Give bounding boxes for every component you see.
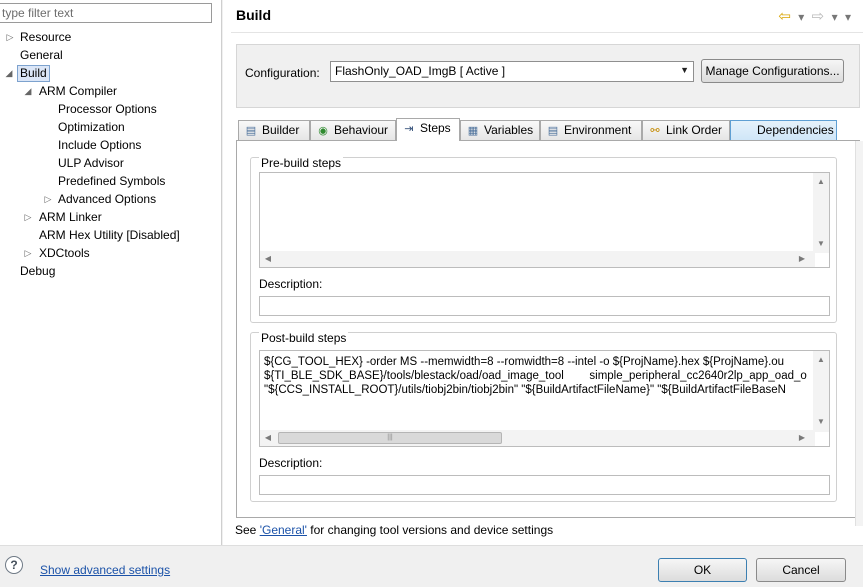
general-link[interactable]: 'General' — [260, 523, 307, 537]
scroll-right-icon[interactable]: ▶ — [794, 433, 810, 442]
collapse-arrow-icon[interactable]: ◢ — [5, 64, 13, 82]
postbuild-command-line: ${TI_BLE_SDK_BASE}/tools/blestack/oad/oa… — [264, 370, 807, 382]
configuration-label: Configuration: — [245, 66, 320, 80]
link-order-icon: ⚯ — [650, 125, 660, 137]
collapse-arrow-icon[interactable]: ◢ — [24, 82, 32, 100]
prebuild-commands-input[interactable]: ▲ ▼ ◀ ▶ — [259, 172, 830, 268]
tab-environment[interactable]: ▤ Environment — [540, 120, 642, 140]
scroll-up-icon[interactable]: ▲ — [813, 177, 829, 186]
horizontal-scrollbar[interactable]: ◀ ▶ — [260, 251, 815, 267]
behaviour-icon: ◉ — [318, 125, 328, 137]
page-navigation: ⇦ ▾ ⇨ ▾ ▾ — [774, 7, 851, 25]
forward-arrow-icon[interactable]: ⇨ — [812, 7, 825, 25]
prebuild-description-input[interactable] — [259, 296, 830, 316]
horizontal-scrollbar[interactable]: ◀ ||| ▶ — [260, 430, 815, 446]
page-title: Build — [236, 7, 271, 23]
filter-input[interactable]: type filter text — [0, 3, 212, 23]
postbuild-command-line: ${CG_TOOL_HEX} -order MS --memwidth=8 --… — [264, 356, 785, 368]
general-settings-hint: See 'General' for changing tool versions… — [235, 523, 554, 537]
scroll-down-icon[interactable]: ▼ — [813, 417, 829, 426]
builder-icon: ▤ — [245, 125, 257, 137]
help-icon[interactable]: ? — [5, 556, 23, 574]
expand-arrow-icon[interactable]: ▷ — [44, 190, 52, 208]
postbuild-title: Post-build steps — [259, 331, 349, 345]
dialog-footer: ? Show advanced settings OK Cancel — [0, 545, 863, 587]
postbuild-group: Post-build steps ${CG_TOOL_HEX} -order M… — [250, 331, 837, 502]
configuration-bar: Configuration: FlashOnly_OAD_ImgB [ Acti… — [236, 44, 860, 108]
back-history-dropdown-icon[interactable]: ▾ — [798, 10, 804, 24]
scrollbar-thumb[interactable]: ||| — [278, 432, 502, 444]
show-advanced-settings-link[interactable]: Show advanced settings — [40, 563, 170, 577]
postbuild-description-input[interactable] — [259, 475, 830, 495]
manage-configurations-button[interactable]: Manage Configurations... — [701, 59, 844, 83]
tab-dependencies[interactable]: Dependencies — [730, 120, 837, 140]
title-divider — [231, 32, 863, 33]
tab-behaviour[interactable]: ◉ Behaviour — [310, 120, 396, 140]
scroll-left-icon[interactable]: ◀ — [260, 254, 276, 263]
tab-steps[interactable]: ⇥ Steps — [396, 118, 460, 141]
scroll-down-icon[interactable]: ▼ — [813, 239, 829, 248]
tab-builder[interactable]: ▤ Builder — [238, 120, 310, 140]
tab-link-order[interactable]: ⚯ Link Order — [642, 120, 730, 140]
properties-page: Build ⇦ ▾ ⇨ ▾ ▾ Configuration: FlashOnly… — [223, 0, 863, 545]
configuration-select[interactable]: FlashOnly_OAD_ImgB [ Active ] ▼ — [330, 61, 694, 82]
scroll-right-icon[interactable]: ▶ — [794, 254, 810, 263]
cancel-button[interactable]: Cancel — [756, 558, 846, 582]
postbuild-description-label: Description: — [259, 456, 323, 470]
expand-arrow-icon[interactable]: ▷ — [6, 28, 14, 46]
postbuild-commands-input[interactable]: ${CG_TOOL_HEX} -order MS --memwidth=8 --… — [259, 350, 830, 447]
settings-tree-pane: type filter text ▷ Resource General ◢ Bu… — [0, 0, 222, 545]
prebuild-title: Pre-build steps — [259, 156, 344, 170]
steps-icon: ⇥ — [404, 123, 414, 135]
tab-variables[interactable]: ▦ Variables — [460, 120, 540, 140]
scroll-up-icon[interactable]: ▲ — [813, 355, 829, 364]
variables-icon: ▦ — [467, 125, 479, 137]
build-tabs: ▤ Builder ◉ Behaviour ⇥ Steps ▦ Variables ▤ E… — [238, 118, 863, 141]
expand-arrow-icon[interactable]: ▷ — [24, 208, 32, 226]
expand-arrow-icon[interactable]: ▷ — [24, 244, 32, 262]
forward-history-dropdown-icon[interactable]: ▾ — [832, 10, 838, 24]
view-menu-icon[interactable]: ▾ — [845, 10, 851, 24]
back-arrow-icon[interactable]: ⇦ — [778, 7, 791, 25]
prebuild-description-label: Description: — [259, 277, 323, 291]
scroll-left-icon[interactable]: ◀ — [260, 433, 276, 442]
dropdown-arrow-icon: ▼ — [680, 65, 689, 75]
page-scrollbar[interactable] — [855, 141, 863, 526]
ok-button[interactable]: OK — [658, 558, 747, 582]
environment-icon: ▤ — [547, 125, 559, 137]
steps-tab-content: Pre-build steps ▲ ▼ ◀ ▶ Description: Pos… — [236, 140, 860, 518]
vertical-scrollbar[interactable]: ▲ ▼ — [813, 351, 829, 432]
prebuild-group: Pre-build steps ▲ ▼ ◀ ▶ Description: — [250, 156, 837, 323]
vertical-scrollbar[interactable]: ▲ ▼ — [813, 173, 829, 253]
postbuild-command-line: "${CCS_INSTALL_ROOT}/utils/tiobj2bin/tio… — [264, 384, 786, 396]
